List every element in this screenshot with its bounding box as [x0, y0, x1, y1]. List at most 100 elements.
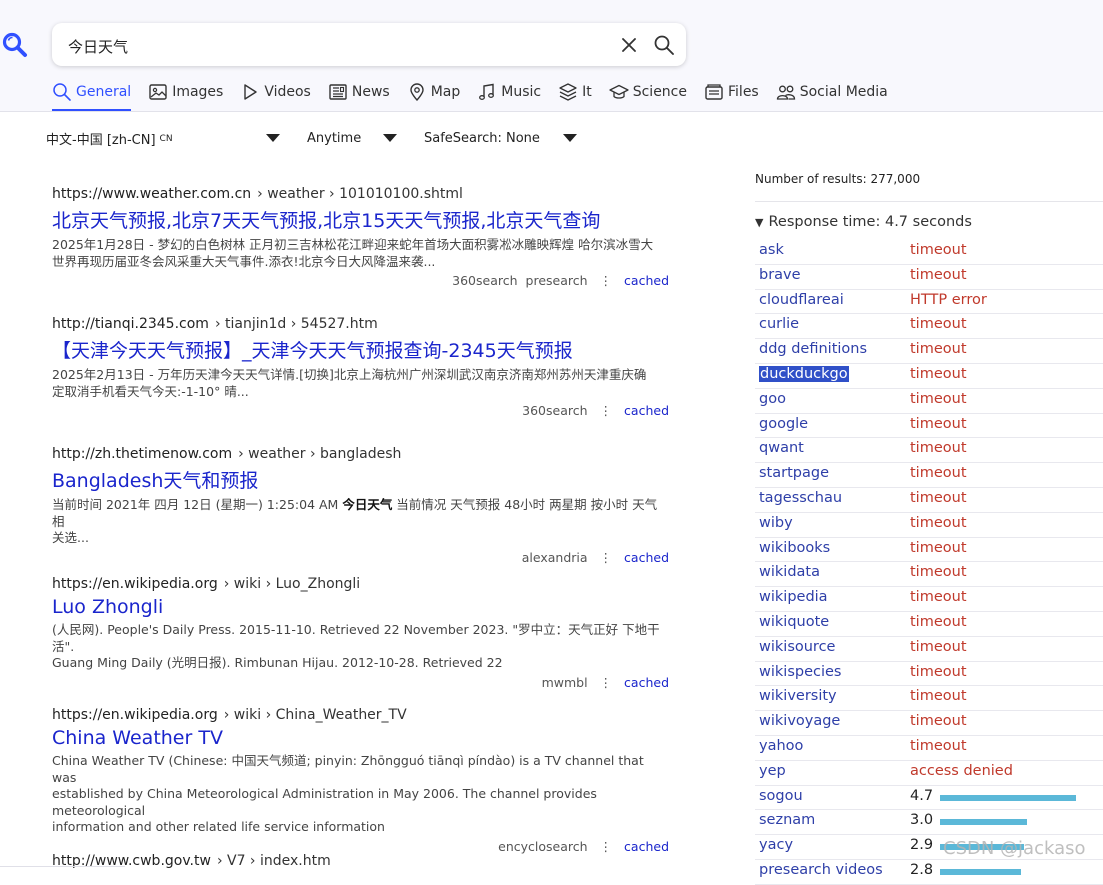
cached-link[interactable]: cached [624, 273, 669, 288]
response-time-toggle[interactable]: ▼ Response time: 4.7 seconds [755, 214, 972, 230]
tab-social-media[interactable]: Social Media [776, 84, 888, 111]
tab-it[interactable]: It [558, 83, 592, 111]
result-item: https://en.wikipedia.org › wiki › China_W… [52, 707, 672, 857]
engine-row: sogou 4.7 [755, 786, 1103, 811]
engine-name[interactable]: wiby [759, 515, 793, 531]
engine-row: tagesschau timeout [755, 488, 1103, 513]
engine-name[interactable]: wikispecies [759, 664, 841, 680]
engine-name[interactable]: startpage [759, 465, 829, 481]
result-title[interactable]: 【天津今天天气预报】_天津今天天气预报查询-2345天气预报 [52, 336, 672, 363]
engine-status: timeout [910, 440, 967, 457]
tab-map-label: Map [430, 84, 461, 100]
result-url[interactable]: https://www.weather.com.cn › weather › 10… [52, 186, 672, 202]
result-title[interactable]: Bangladesh天气和预报 [52, 466, 672, 493]
result-title[interactable]: 北京天气预报,北京7天天气预报,北京15天天气预报,北京天气查询 [52, 206, 672, 233]
result-path: › weather › bangladesh [238, 446, 402, 462]
engine-name[interactable]: wikiversity [759, 688, 837, 704]
clear-icon[interactable] [619, 35, 639, 55]
engine-status: timeout [910, 688, 967, 705]
engine-status: timeout [910, 266, 967, 283]
more-options-icon[interactable]: ⋮ [600, 839, 613, 854]
engine-status: timeout [910, 490, 967, 506]
engine-name[interactable]: yacy [759, 837, 793, 853]
engine-name[interactable]: sogou [759, 788, 803, 804]
tab-news[interactable]: News [328, 84, 390, 111]
engine-label: mwmbl [541, 674, 588, 690]
engine-status: access denied [910, 762, 1013, 779]
tab-files[interactable]: Files [704, 84, 759, 111]
result-snippet: China Weather TV (Chinese: 中国天气频道; pinyi… [52, 753, 644, 834]
engine-name[interactable]: cloudflareai [759, 292, 844, 308]
engine-name[interactable]: brave [759, 267, 801, 283]
engine-name[interactable]: wikiquote [759, 614, 829, 630]
engine-row: yep access denied [755, 761, 1103, 786]
result-url[interactable]: http://zh.thetimenow.com › weather › bang… [52, 446, 672, 462]
engine-name[interactable]: wikivoyage [759, 713, 840, 729]
tab-general[interactable]: General [52, 83, 132, 111]
tab-science[interactable]: Science [609, 84, 687, 111]
searxng-logo-icon[interactable] [2, 32, 28, 58]
engine-name[interactable]: wikisource [759, 639, 835, 655]
engine-name[interactable]: wikibooks [759, 540, 830, 556]
time-range-label: Anytime [307, 130, 362, 146]
cached-link[interactable]: cached [624, 839, 669, 854]
result-url[interactable]: https://en.wikipedia.org › wiki › Luo_Zho… [52, 576, 672, 592]
engine-row: ask timeout [755, 240, 1103, 265]
engine-name[interactable]: wikidata [759, 564, 820, 580]
result-url[interactable]: https://en.wikipedia.org › wiki › China_W… [52, 707, 672, 723]
tab-social-media-label: Social Media [799, 84, 888, 100]
search-input[interactable] [66, 33, 610, 59]
engine-status: timeout [910, 366, 967, 382]
engine-name[interactable]: ask [759, 242, 784, 258]
cached-link[interactable]: cached [624, 403, 669, 418]
engine-name[interactable]: seznam [759, 812, 815, 828]
engine-row: wikispecies timeout [755, 662, 1103, 687]
safesearch-select[interactable]: SafeSearch: None [424, 128, 582, 148]
engine-name[interactable]: wikipedia [759, 589, 828, 605]
more-options-icon[interactable]: ⋮ [600, 403, 613, 418]
engine-time-bar [940, 869, 1021, 875]
result-meta: alexandria ⋮ cached [52, 550, 669, 568]
result-host: https://en.wikipedia.org [52, 576, 218, 592]
result-snippet: (人民网). People's Daily Press. 2015-11-10.… [52, 622, 660, 670]
result-title[interactable]: China Weather TV [52, 727, 672, 749]
engine-name[interactable]: tagesschau [759, 490, 842, 506]
engine-name[interactable]: goo [759, 391, 786, 407]
result-path: › weather › 101010100.shtml [257, 186, 463, 202]
engine-name[interactable]: presearch videos [759, 862, 883, 878]
cached-link[interactable]: cached [624, 675, 669, 690]
engine-name[interactable]: duckduckgo [759, 366, 849, 382]
more-options-icon[interactable]: ⋮ [600, 675, 613, 690]
more-options-icon[interactable]: ⋮ [600, 550, 613, 565]
result-title[interactable]: Luo Zhongli [52, 596, 672, 618]
engine-row: google timeout [755, 414, 1103, 439]
language-label: 中文-中国 [zh-CN] [46, 132, 156, 148]
engine-name[interactable]: yahoo [759, 738, 803, 754]
tab-map[interactable]: Map [407, 83, 461, 111]
tab-videos[interactable]: Videos [240, 84, 311, 111]
engine-row: qwant timeout [755, 438, 1103, 464]
tab-images[interactable]: Images [148, 84, 223, 111]
result-item: https://en.wikipedia.org › wiki › Luo_Zho… [52, 576, 672, 693]
engine-status: HTTP error [910, 291, 987, 308]
engine-name[interactable]: google [759, 416, 808, 432]
engine-time: 2.8 [910, 862, 934, 878]
engine-name[interactable]: yep [759, 763, 786, 779]
search-icon[interactable] [653, 34, 675, 56]
time-range-select[interactable]: Anytime [307, 128, 403, 148]
engine-name[interactable]: ddg definitions [759, 341, 867, 357]
result-snippet: 2025年2月13日 - 万年历天津今天天气详情.[切换]北京上海杭州广州深圳武… [52, 367, 647, 399]
engine-row: duckduckgo timeout [755, 364, 1103, 389]
engine-name[interactable]: qwant [759, 440, 804, 456]
more-options-icon[interactable]: ⋮ [600, 273, 613, 288]
cached-link[interactable]: cached [624, 550, 669, 565]
engine-name[interactable]: curlie [759, 316, 799, 332]
result-path: › tianjin1d › 54527.htm [214, 316, 378, 332]
engine-row: wikibooks timeout [755, 538, 1103, 563]
result-snippet: 当前时间 2021年 四月 12日 (星期一) 1:25:04 AM 今日天气 … [52, 497, 658, 545]
result-url[interactable]: http://tianqi.2345.com › tianjin1d › 5452… [52, 316, 672, 332]
tab-music[interactable]: Music [477, 83, 541, 111]
language-select[interactable]: 中文-中国 [zh-CN] CN [46, 128, 286, 148]
engine-row: startpage timeout [755, 463, 1103, 488]
result-url[interactable]: http://www.cwb.gov.tw › V7 › index.htm [52, 853, 672, 869]
